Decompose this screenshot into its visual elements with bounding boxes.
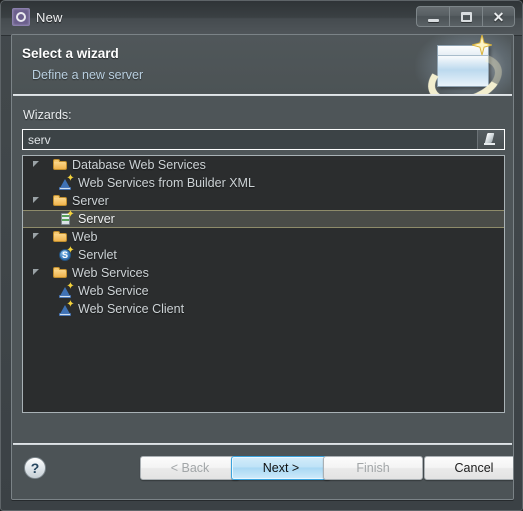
- wizard-filter-field[interactable]: [22, 129, 505, 150]
- servlet-icon: ✦: [58, 245, 75, 263]
- window-controls: ✕: [416, 6, 515, 27]
- window-titlebar[interactable]: New ✕: [1, 1, 522, 33]
- search-input[interactable]: [23, 130, 477, 149]
- gear-icon: [12, 8, 30, 26]
- tree-row-label: Web: [72, 230, 98, 244]
- wizard-header: Select a wizard Define a new server: [12, 35, 513, 94]
- tree-row-label: Server: [78, 212, 115, 226]
- expand-arrow-icon[interactable]: [32, 196, 42, 206]
- folder-icon: [52, 193, 68, 209]
- help-button[interactable]: ?: [24, 457, 46, 479]
- expand-arrow-icon[interactable]: [32, 160, 42, 170]
- tree-row-label: Server: [72, 194, 109, 208]
- page-title: Select a wizard: [22, 46, 119, 61]
- folder-icon: [52, 265, 68, 281]
- expand-arrow-icon[interactable]: [32, 268, 42, 278]
- expand-arrow-icon[interactable]: [32, 232, 42, 242]
- maximize-icon[interactable]: [449, 6, 482, 27]
- cancel-button[interactable]: Cancel: [424, 456, 513, 480]
- new-badge-icon: ✦: [66, 173, 75, 184]
- new-badge-icon: ✦: [66, 209, 75, 220]
- clear-filter-icon[interactable]: [477, 130, 504, 149]
- new-wizard-window: New ✕ Select a wizard Define a new serve…: [0, 0, 523, 511]
- next-button[interactable]: Next >: [231, 456, 331, 480]
- wizard-hat-icon: ✦: [58, 173, 75, 191]
- header-separator: [13, 94, 512, 96]
- banner-star-icon: [472, 35, 492, 55]
- folder-icon: [52, 229, 68, 245]
- tree-row-label: Servlet: [78, 248, 117, 262]
- tree-row[interactable]: ✦ Server: [23, 210, 504, 228]
- new-badge-icon: ✦: [66, 245, 75, 256]
- tree-row[interactable]: Database Web Services: [23, 156, 504, 174]
- tree-row-label: Web Service Client: [78, 302, 185, 316]
- minimize-icon[interactable]: [416, 6, 449, 27]
- dialog-panel: Select a wizard Define a new server Wiza…: [11, 34, 514, 500]
- wizard-page-icon: [415, 35, 511, 94]
- tree-row-label: Web Service: [78, 284, 149, 298]
- folder-icon: [52, 157, 68, 173]
- new-badge-icon: ✦: [66, 299, 75, 310]
- window-title-group: New: [10, 7, 77, 27]
- wizards-label: Wizards:: [23, 108, 72, 122]
- tree-row[interactable]: ✦ Web Services from Builder XML: [23, 174, 504, 192]
- tree-row-label: Web Services from Builder XML: [78, 176, 255, 190]
- wizard-hat-icon: ✦: [58, 299, 75, 317]
- button-bar: ? < Back Next > Finish Cancel: [12, 445, 513, 499]
- new-badge-icon: ✦: [66, 281, 75, 292]
- finish-button[interactable]: Finish: [323, 456, 423, 480]
- close-icon[interactable]: ✕: [482, 6, 515, 27]
- window-title: New: [36, 9, 63, 25]
- back-button[interactable]: < Back: [140, 456, 240, 480]
- tree-row[interactable]: Web: [23, 228, 504, 246]
- tree-row-label: Database Web Services: [72, 158, 206, 172]
- wizard-hat-icon: ✦: [58, 281, 75, 299]
- wizard-tree[interactable]: Database Web Services ✦ Web Services from …: [22, 155, 505, 413]
- tree-row[interactable]: ✦ Web Service Client: [23, 300, 504, 318]
- tree-row[interactable]: ✦Servlet: [23, 246, 504, 264]
- tree-row[interactable]: Web Services: [23, 264, 504, 282]
- server-icon: ✦: [58, 209, 75, 227]
- tree-row[interactable]: Server: [23, 192, 504, 210]
- tree-row[interactable]: ✦ Web Service: [23, 282, 504, 300]
- page-subtitle: Define a new server: [32, 68, 144, 82]
- tree-row-label: Web Services: [72, 266, 149, 280]
